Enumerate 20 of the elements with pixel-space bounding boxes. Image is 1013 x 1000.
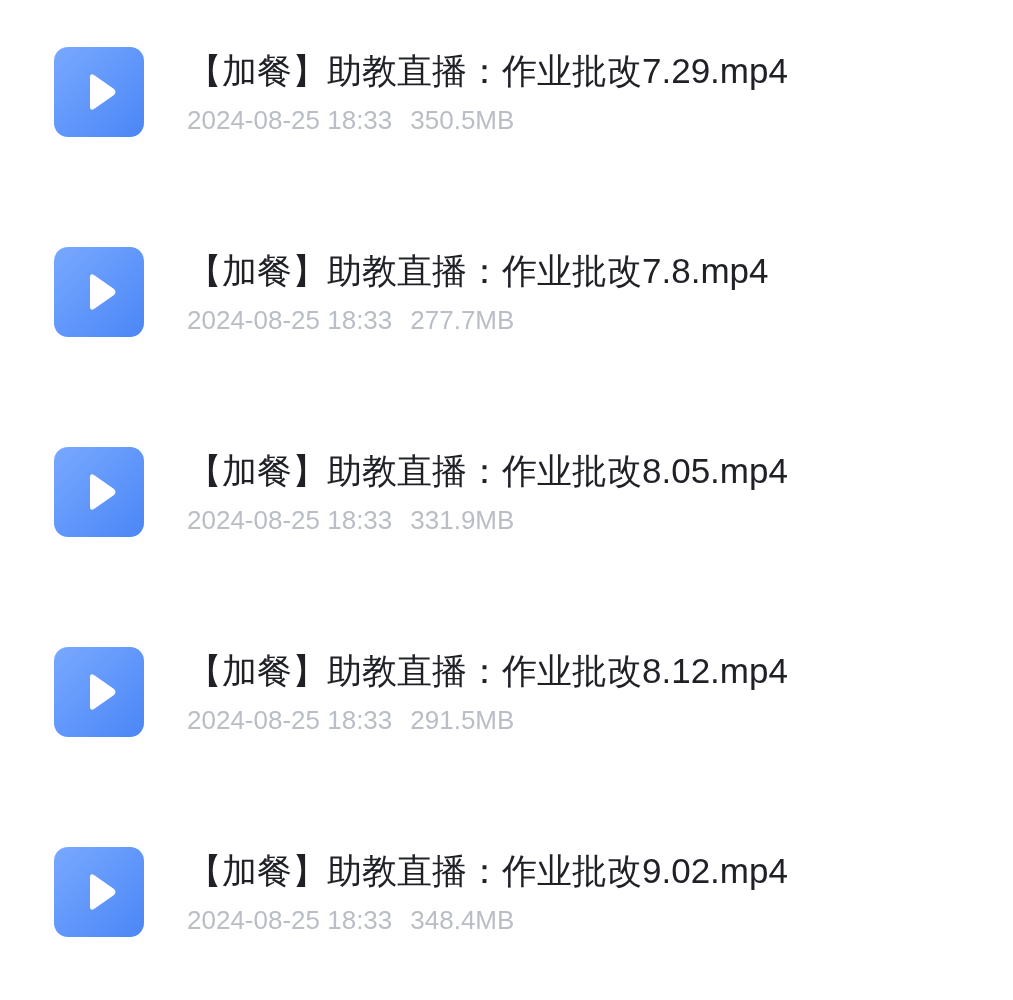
file-name[interactable]: 【加餐】助教直播：作业批改8.05.mp4 <box>187 449 788 493</box>
video-file-icon <box>54 247 144 337</box>
file-name[interactable]: 【加餐】助教直播：作业批改7.8.mp4 <box>187 249 769 293</box>
video-file-icon <box>54 847 144 937</box>
file-date: 2024-08-25 18:33 <box>187 905 393 935</box>
video-file-icon <box>54 447 144 537</box>
file-size: 348.4MB <box>410 905 515 935</box>
file-size: 350.5MB <box>410 105 515 135</box>
file-date: 2024-08-25 18:33 <box>187 305 393 335</box>
file-date: 2024-08-25 18:33 <box>187 105 393 135</box>
file-size: 331.9MB <box>410 505 515 535</box>
file-date: 2024-08-25 18:33 <box>187 505 393 535</box>
file-name[interactable]: 【加餐】助教直播：作业批改9.02.mp4 <box>187 849 788 893</box>
video-file-icon <box>54 47 144 137</box>
file-name[interactable]: 【加餐】助教直播：作业批改7.29.mp4 <box>187 49 788 93</box>
file-date: 2024-08-25 18:33 <box>187 705 393 735</box>
file-size: 291.5MB <box>410 705 515 735</box>
file-name[interactable]: 【加餐】助教直播：作业批改8.12.mp4 <box>187 649 788 693</box>
file-size: 277.7MB <box>410 305 515 335</box>
video-file-icon <box>54 647 144 737</box>
